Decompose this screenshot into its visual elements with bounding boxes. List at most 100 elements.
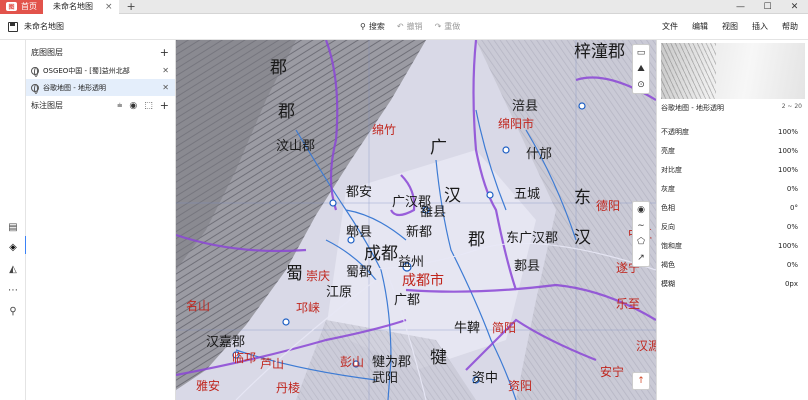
map-place-label: 简阳: [492, 321, 517, 335]
maximize-button[interactable]: ☐: [754, 0, 781, 14]
window-controls: — ☐ ✕: [727, 0, 808, 14]
menu-view[interactable]: 视图: [722, 21, 738, 32]
property-row[interactable]: 饱和度 100%: [657, 236, 808, 255]
search-icon: ⚲: [360, 22, 366, 31]
compass-icon[interactable]: ↑: [633, 373, 649, 389]
app-toolbar: 未命名地图 ⚲ 搜索 ↶ 撤销 ↷ 重做 文件 编辑 视图 插入 帮助: [0, 14, 808, 40]
property-row[interactable]: 反向 0%: [657, 217, 808, 236]
search-rail-icon[interactable]: ⚲: [6, 304, 20, 318]
property-value[interactable]: 0%: [787, 261, 798, 269]
property-row[interactable]: 对比度 100%: [657, 160, 808, 179]
document-title[interactable]: 未命名地图: [24, 21, 64, 32]
map-place-label: 东广汉郡: [506, 231, 559, 246]
undo-icon: ↶: [396, 22, 404, 31]
map-place-label: 临邛: [232, 351, 257, 365]
locate-icon[interactable]: ⊙: [633, 77, 649, 93]
route-icon[interactable]: ↗: [633, 250, 649, 266]
window-close-button[interactable]: ✕: [781, 0, 808, 14]
save-icon[interactable]: [8, 21, 18, 32]
search-button[interactable]: ⚲ 搜索: [360, 21, 385, 32]
property-value[interactable]: 0°: [790, 204, 798, 212]
map-place-label: 梓潼郡: [574, 42, 625, 62]
add-base-layer-button[interactable]: +: [160, 46, 169, 59]
remove-layer-icon[interactable]: ✕: [162, 83, 169, 92]
property-row[interactable]: 亮度 100%: [657, 141, 808, 160]
map-place-label: 名山: [186, 299, 211, 313]
undo-button[interactable]: ↶ 撤销: [397, 21, 423, 32]
map-place-label: 绵竹: [372, 123, 397, 137]
property-value[interactable]: 100%: [778, 128, 798, 136]
map-place-label: 五城: [514, 187, 541, 202]
layer-toggle-icon[interactable]: ▭: [633, 45, 649, 61]
property-row[interactable]: 色相 0°: [657, 198, 808, 217]
map-place-label: 郡: [468, 230, 485, 250]
minimize-button[interactable]: —: [727, 0, 754, 14]
menu-insert[interactable]: 插入: [752, 21, 768, 32]
map-place-label: 德阳: [596, 199, 621, 213]
map-canvas[interactable]: 梓潼郡郡涪县 绵阳市郡汶山郡 绵竹广什邡东都安汉五城 广汉郡 雒县 新都郡东广汉郡汉郫县成…: [176, 40, 656, 400]
map-layer-controls: ▭ ⛰ ⊙: [632, 44, 650, 94]
map-place-label: 资阳: [508, 379, 533, 393]
property-row[interactable]: 褐色 0%: [657, 255, 808, 274]
globe-icon: [31, 83, 39, 94]
base-layer-item[interactable]: 谷歌地图 - 地形透明 ✕: [26, 79, 175, 96]
map-place-label: 雅安: [196, 379, 221, 393]
search-label: 搜索: [368, 22, 385, 31]
menu-file[interactable]: 文件: [662, 21, 678, 32]
annotation-layers-header: 标注图层 ⩧ ◉ ⬚ +: [26, 96, 175, 115]
property-row[interactable]: 灰度 0%: [657, 179, 808, 198]
filter-icon[interactable]: ⩧: [117, 101, 122, 111]
tab-document[interactable]: 未命名地图 ×: [43, 0, 119, 14]
menu-help[interactable]: 帮助: [782, 21, 798, 32]
menu-bar: 文件 编辑 视图 插入 帮助: [662, 21, 798, 32]
property-value[interactable]: 0%: [787, 185, 798, 193]
style-icon[interactable]: ◭: [6, 262, 20, 276]
menu-edit[interactable]: 编辑: [692, 21, 708, 32]
map-place-label: 芦山: [260, 357, 285, 371]
map-place-label: 郪县: [514, 259, 541, 274]
map-place-label: 崇庆: [306, 269, 331, 283]
select-icon[interactable]: ⬚: [144, 101, 153, 111]
properties-panel: 谷歌地图 - 地形透明 2 ~ 20 不透明度 100% 亮度 100% 对比度 10…: [656, 40, 808, 400]
map-place-label: 成都市: [402, 273, 444, 289]
remove-layer-icon[interactable]: ✕: [162, 66, 169, 75]
visibility-icon[interactable]: ◉: [129, 101, 137, 111]
more-icon[interactable]: ⋯: [6, 283, 20, 297]
map-place-label: 汶山郡: [276, 139, 316, 154]
property-value[interactable]: 0px: [785, 280, 798, 288]
compass-control: ↑: [632, 372, 650, 390]
polygon-icon[interactable]: ⬠: [633, 234, 649, 250]
property-label: 饱和度: [661, 241, 682, 250]
property-label: 灰度: [661, 184, 675, 193]
undo-label: 撤销: [406, 22, 423, 31]
map-place-label: 广都: [394, 293, 421, 308]
property-value[interactable]: 100%: [778, 166, 798, 174]
marker-icon[interactable]: ◉: [633, 202, 649, 218]
map-place-label: 都安: [346, 185, 373, 200]
polyline-icon[interactable]: ∼: [633, 218, 649, 234]
map-place-label: 乐至: [616, 297, 641, 311]
terrain-icon[interactable]: ⛰: [633, 61, 649, 77]
property-value[interactable]: 0%: [787, 223, 798, 231]
tab-home-label: 首页: [21, 2, 37, 11]
document-icon[interactable]: ▤: [6, 220, 20, 234]
map-place-label: 绵阳市: [498, 117, 535, 131]
new-tab-button[interactable]: +: [127, 0, 136, 13]
property-label: 不透明度: [661, 127, 689, 136]
add-annotation-layer-button[interactable]: +: [160, 99, 169, 112]
tab-close-icon[interactable]: ×: [105, 2, 113, 12]
property-value[interactable]: 100%: [778, 147, 798, 155]
property-row[interactable]: 模糊 0px: [657, 274, 808, 293]
map-place-label: 汉: [444, 186, 461, 206]
tab-home[interactable]: 图 首页: [0, 0, 43, 14]
property-value[interactable]: 100%: [778, 242, 798, 250]
zoom-range: 2 ~ 20: [781, 103, 802, 110]
property-row[interactable]: 不透明度 100%: [657, 122, 808, 141]
property-label: 褐色: [661, 260, 675, 269]
annotation-layers-title: 标注图层: [31, 101, 63, 110]
redo-button[interactable]: ↷ 重做: [435, 21, 461, 32]
property-label: 对比度: [661, 165, 682, 174]
redo-icon: ↷: [434, 22, 442, 31]
layers-icon[interactable]: ◈: [6, 240, 20, 254]
base-layer-item[interactable]: OSGEO中国 - [蜀]益州北部 ✕: [26, 62, 175, 79]
